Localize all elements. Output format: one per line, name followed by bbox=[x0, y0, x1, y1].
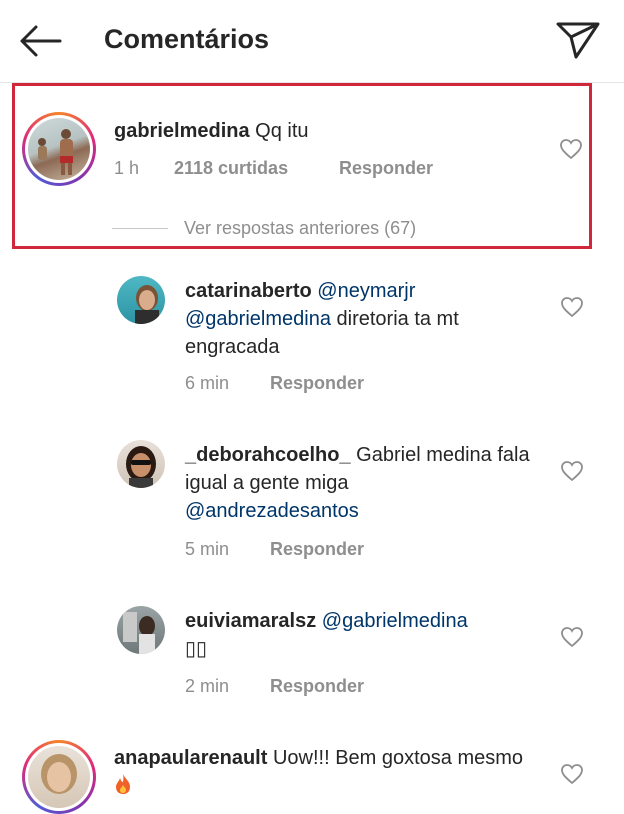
avatar bbox=[28, 746, 90, 808]
heart-icon[interactable] bbox=[560, 626, 584, 648]
story-ring[interactable] bbox=[22, 112, 96, 186]
avatar[interactable] bbox=[117, 440, 165, 488]
reply-action-wrap: Responder bbox=[270, 539, 364, 560]
reply-time-wrap: 5 min bbox=[185, 539, 229, 560]
reply-time-wrap: 6 min bbox=[185, 373, 229, 394]
reply-username[interactable]: euiviamaralsz bbox=[185, 610, 316, 632]
reply-username[interactable]: catarinaberto bbox=[185, 280, 312, 302]
reply-time: 6 min bbox=[185, 373, 230, 393]
mention-link[interactable]: @neymarjr bbox=[317, 280, 415, 302]
reply-body: ▯▯ bbox=[185, 638, 208, 660]
replies-divider bbox=[112, 228, 168, 229]
page-title: Comentários bbox=[104, 24, 270, 54]
story-ring[interactable] bbox=[22, 740, 96, 814]
send-icon[interactable] bbox=[556, 20, 600, 60]
reply-text: _deborahcoelho_ Gabriel medina fala igua… bbox=[185, 441, 545, 525]
fire-icon bbox=[116, 774, 130, 794]
reply-button[interactable]: Responder bbox=[339, 158, 433, 178]
avatar bbox=[28, 118, 90, 180]
mention-link[interactable]: @andrezadesantos bbox=[185, 500, 359, 522]
comment-username[interactable]: gabrielmedina bbox=[114, 120, 250, 142]
comment-text: anapaularenault Uow!!! Bem goxtosa mesmo bbox=[114, 744, 534, 800]
mention-link[interactable]: @gabrielmedina bbox=[185, 308, 331, 330]
header-bar: Comentários bbox=[0, 0, 624, 83]
view-replies-wrap: Ver respostas anteriores (67) bbox=[184, 218, 416, 239]
reply-username[interactable]: _deborahcoelho_ bbox=[185, 444, 351, 466]
reply-text: euiviamaralsz @gabrielmedina ▯▯ bbox=[185, 607, 545, 663]
back-arrow-icon[interactable] bbox=[18, 24, 62, 58]
comment-time: 1 h bbox=[114, 158, 140, 178]
reply-text: catarinaberto @neymarjr @gabrielmedina d… bbox=[185, 277, 545, 361]
heart-icon[interactable] bbox=[560, 763, 584, 785]
reply-time-wrap: 2 min bbox=[185, 676, 229, 697]
heart-icon[interactable] bbox=[560, 296, 584, 318]
comment-body: Qq itu bbox=[255, 120, 309, 142]
view-replies-link[interactable]: Ver respostas anteriores (67) bbox=[184, 218, 416, 238]
reply-button[interactable]: Responder bbox=[270, 373, 364, 393]
reply-wrap: Responder bbox=[339, 158, 433, 179]
reply-button[interactable]: Responder bbox=[270, 676, 364, 696]
comment-body: Uow!!! Bem goxtosa mesmo bbox=[272, 747, 524, 769]
reply-time: 5 min bbox=[185, 539, 230, 559]
avatar[interactable] bbox=[117, 276, 165, 324]
likes-count-wrap: 2118 curtidas bbox=[174, 158, 288, 179]
comment-text: gabrielmedina Qq itu bbox=[114, 117, 309, 145]
heart-icon[interactable] bbox=[559, 138, 583, 160]
reply-time: 2 min bbox=[185, 676, 230, 696]
comment-username[interactable]: anapaularenault bbox=[114, 747, 267, 769]
mention-link[interactable]: @gabrielmedina bbox=[322, 610, 468, 632]
reply-action-wrap: Responder bbox=[270, 676, 364, 697]
avatar[interactable] bbox=[117, 606, 165, 654]
comment-meta: 1 h bbox=[114, 158, 139, 179]
reply-action-wrap: Responder bbox=[270, 373, 364, 394]
heart-icon[interactable] bbox=[560, 460, 584, 482]
reply-button[interactable]: Responder bbox=[270, 539, 364, 559]
likes-count[interactable]: 2118 curtidas bbox=[174, 158, 288, 178]
